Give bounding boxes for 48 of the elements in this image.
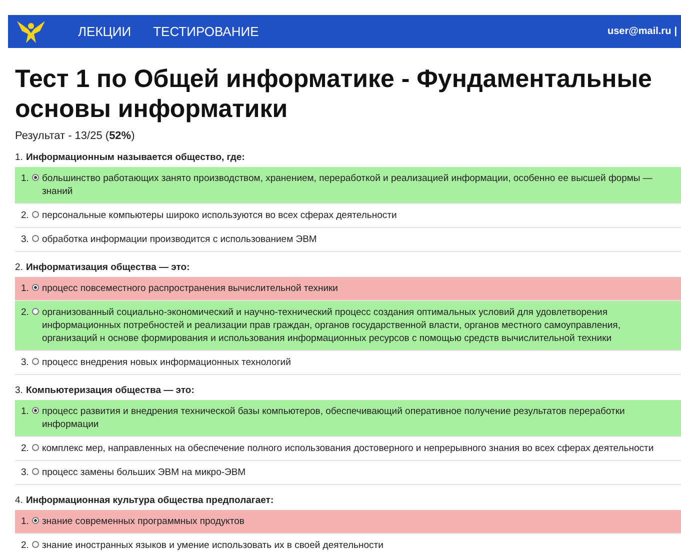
nav-link[interactable]: ЛЕКЦИИ — [78, 24, 132, 39]
answer-text: большинство работающих занято производством, хранением, переработкой и реализацией информации, особенно ее высшей формы — знаний — [42, 172, 654, 198]
radio-button[interactable] — [32, 468, 39, 475]
answer-number: 2. — [21, 442, 29, 455]
answer-text: знание современных программных продуктов — [42, 515, 246, 528]
answer-number: 1. — [21, 282, 29, 295]
answer-number: 2. — [21, 209, 29, 222]
answer-number: 3. — [21, 466, 29, 479]
radio-button[interactable] — [32, 284, 39, 291]
page-title: Тест 1 по Общей информатике - Фундаментальные основы информатики — [15, 64, 653, 124]
radio-button[interactable] — [32, 235, 39, 242]
answer-number: 1. — [21, 405, 29, 418]
radio-button[interactable] — [32, 517, 39, 524]
question-number: 3. — [15, 385, 23, 396]
radio-button[interactable] — [32, 407, 39, 414]
question-text: Компьютеризация общества — это: — [26, 385, 194, 396]
answer-text: персональные компьютеры широко используются во всех сферах деятельности — [42, 209, 398, 222]
result-text: Результат - 13/25 (52%) — [15, 130, 136, 142]
answer-text: обработка информации производится с использованием ЭВМ — [42, 233, 318, 246]
nav-link[interactable]: ТЕСТИРОВАНИЕ — [153, 24, 259, 39]
answer-text: процесс замены больших ЭВМ на микро-ЭВМ — [42, 466, 247, 479]
question-text: Информационным называется общество, где: — [26, 152, 245, 163]
user-email[interactable]: user@mail.ru — [608, 26, 672, 37]
answer-number: 3. — [21, 356, 29, 369]
question-number: 4. — [15, 495, 23, 506]
answer-text: процесс развития и внедрения технической базы компьютеров, обеспечивающий оперативное получение результатов переработки информации — [42, 405, 626, 431]
question-text: Информатизация общества — это: — [26, 262, 190, 273]
radio-button[interactable] — [32, 444, 39, 451]
radio-button[interactable] — [32, 308, 39, 315]
answer-text: знание иностранных языков и умение использовать их в своей деятельности — [42, 539, 384, 552]
answer-text: организованный социально-экономический и научно-технический процесс создания оптимальных условий для удовлетворения информационных потребностей и реализации прав граждан, органов государственной власти, органов местного самоуправления, организаций н основе формирования и использования информационных ресурсов с помощью средств вычислительной техники — [42, 306, 622, 345]
answer-text: процесс повсеместного распространения вычислительной техники — [42, 282, 339, 295]
answer-number: 1. — [21, 172, 29, 185]
radio-button[interactable] — [32, 211, 39, 218]
answer-text: комплекс мер, направленных на обеспечение полного использования достоверного и непрерывного знания во всех сферах деятельности — [42, 442, 655, 455]
radio-button[interactable] — [32, 541, 39, 548]
question-number: 2. — [15, 262, 23, 273]
answer-number: 2. — [21, 539, 29, 552]
radio-button[interactable] — [32, 174, 39, 181]
bird-emblem-icon — [16, 18, 46, 44]
question-number: 1. — [15, 152, 23, 163]
answer-number: 3. — [21, 233, 29, 246]
radio-button[interactable] — [32, 358, 39, 365]
answer-text: процесс внедрения новых информационных технологий — [42, 356, 292, 369]
separator: | — [674, 26, 677, 37]
answer-number: 1. — [21, 515, 29, 528]
question-text: Информационная культура общества предполагает: — [26, 495, 274, 506]
answer-number: 2. — [21, 306, 29, 319]
